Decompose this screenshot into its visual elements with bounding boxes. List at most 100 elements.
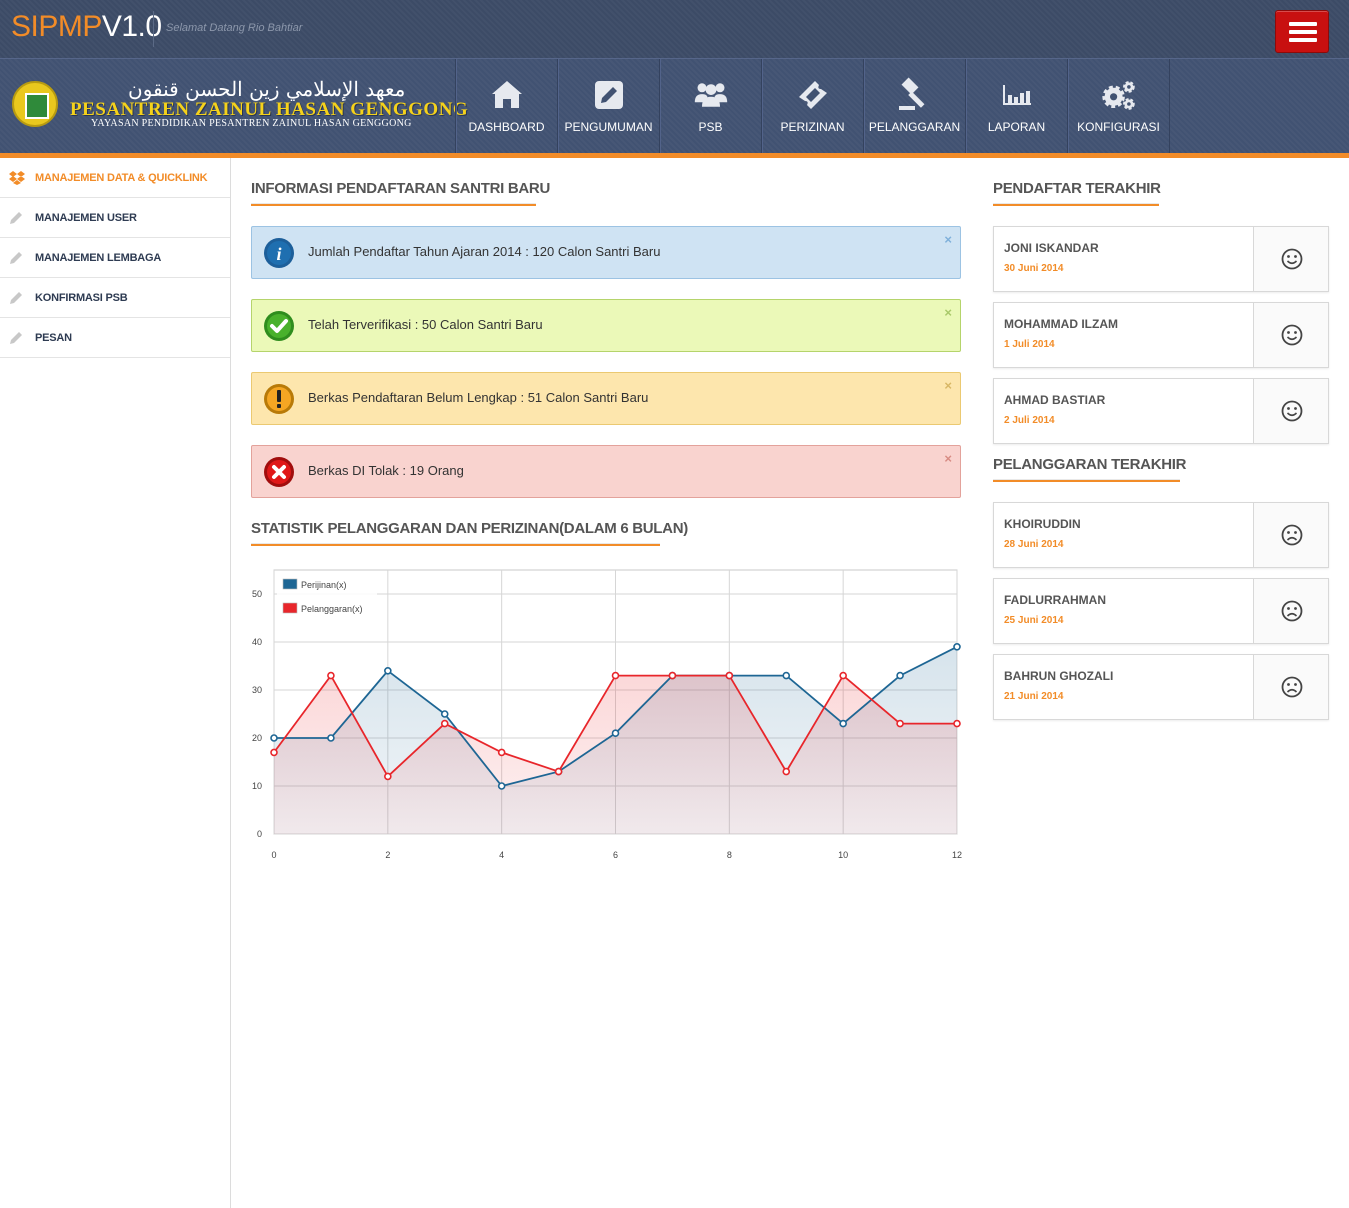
registrant-name: MOHAMMAD ILZAM [1004,317,1118,331]
card-icon-box [1253,379,1328,443]
alert-info: i Jumlah Pendaftar Tahun Ajaran 2014 : 1… [251,226,961,279]
exclamation-icon [264,384,294,414]
nav-item-psb[interactable]: PSB [660,59,762,153]
registrant-date: 2 Juli 2014 [1004,415,1055,426]
close-icon[interactable]: × [944,451,952,466]
violation-card[interactable]: FADLURRAHMAN 25 Juni 2014 [993,578,1329,644]
x-icon [264,457,294,487]
registrant-card[interactable]: JONI ISKANDAR 30 Juni 2014 [993,226,1329,292]
data-point [839,719,847,728]
gears-icon [1101,81,1135,110]
sidebar-item-manajemen-data[interactable]: MANAJEMEN DATA & QUICKLINK [0,158,230,198]
registrant-date: 1 Juli 2014 [1004,339,1055,350]
y-tick-label: 40 [252,637,262,647]
close-icon[interactable]: × [944,305,952,320]
data-point [497,782,506,790]
alert-success: Telah Terverifikasi : 50 Calon Santri Ba… [251,299,961,352]
data-point [440,710,449,718]
nav-menu: DASHBOARD PENGUMUMAN PSB PERIZINAN PELAN… [455,59,1170,153]
data-point [611,729,620,737]
alert-text: Telah Terverifikasi : 50 Calon Santri Ba… [308,317,543,332]
registrant-card[interactable]: MOHAMMAD ILZAM 1 Juli 2014 [993,302,1329,368]
violation-card[interactable]: BAHRUN GHOZALI 21 Juni 2014 [993,654,1329,720]
recent-violations-title: PELANGGARAN TERAKHIR [993,456,1187,473]
y-tick-label: 50 [252,589,262,599]
data-point [611,671,620,680]
sidebar-item-konfirmasi-psb[interactable]: KONFIRMASI PSB [0,278,230,318]
top-bar: SIPMPV1.0 Selamat Datang Rio Bahtiar [0,0,1349,58]
sidebar-item-label: MANAJEMEN USER [35,212,137,224]
app-brand[interactable]: SIPMPV1.0 [11,10,162,44]
x-tick-label: 8 [727,850,732,860]
alert-error: Berkas DI Tolak : 19 Orang × [251,445,961,498]
violator-name: BAHRUN GHOZALI [1004,669,1114,683]
data-point [839,671,847,680]
recent-registrants-title: PENDAFTAR TERAKHIR [993,180,1161,197]
nav-item-pelanggaran[interactable]: PELANGGARAN [864,59,966,153]
sidebar-item-pesan[interactable]: PESAN [0,318,230,358]
legend-label: Pelanggaran(x) [301,604,363,614]
nav-item-perizinan[interactable]: PERIZINAN [762,59,864,153]
card-icon-box [1253,655,1328,719]
frown-icon [1281,524,1303,546]
close-icon[interactable]: × [944,378,952,393]
sidebar-item-manajemen-user[interactable]: MANAJEMEN USER [0,198,230,238]
nav-label: DASHBOARD [468,120,545,134]
x-tick-label: 12 [952,850,962,860]
legend-swatch [282,578,298,590]
violation-date: 28 Juni 2014 [1004,539,1064,550]
menu-toggle-button[interactable] [1275,10,1329,53]
data-point [497,748,506,757]
card-icon-box [1253,227,1328,291]
data-point [725,671,734,680]
nav-item-konfigurasi[interactable]: KONFIGURASI [1068,59,1170,153]
sidebar-item-manajemen-lembaga[interactable]: MANAJEMEN LEMBAGA [0,238,230,278]
svg-text:i: i [276,244,281,264]
violation-date: 25 Juni 2014 [1004,615,1064,626]
card-icon-box [1253,303,1328,367]
y-tick-label: 0 [257,829,262,839]
alert-warning: Berkas Pendaftaran Belum Lengkap : 51 Ca… [251,372,961,425]
sidebar-item-label: MANAJEMEN DATA & QUICKLINK [35,172,208,184]
smile-icon [1281,248,1303,270]
x-tick-label: 4 [499,850,504,860]
data-point [270,748,278,757]
chart-legend: Perijinan(x) Pelanggaran(x) [277,573,377,619]
registrant-name: AHMAD BASTIAR [1004,393,1106,407]
sidebar-item-label: PESAN [35,332,72,344]
nav-item-pengumuman[interactable]: PENGUMUMAN [558,59,660,153]
alert-text: Berkas Pendaftaran Belum Lengkap : 51 Ca… [308,390,649,405]
nav-item-dashboard[interactable]: DASHBOARD [456,59,558,153]
close-icon[interactable]: × [944,232,952,247]
data-point [327,671,335,680]
stats-section-title: STATISTIK PELANGGARAN DAN PERIZINAN(DALA… [251,520,688,537]
dropbox-icon [9,171,25,185]
logo-subtitle: YAYASAN PENDIDIKAN PESANTREN ZAINUL HASA… [91,118,412,129]
data-point [782,767,791,776]
y-tick-label: 20 [252,733,262,743]
data-point [896,671,904,680]
violator-name: KHOIRUDDIN [1004,517,1081,531]
section-underline [993,479,1180,482]
hamburger-icon-bar [1289,30,1317,34]
x-tick-label: 0 [271,850,276,860]
x-tick-label: 6 [613,850,618,860]
data-point [384,772,392,781]
nav-item-laporan[interactable]: LAPORAN [966,59,1068,153]
violation-card[interactable]: KHOIRUDDIN 28 Juni 2014 [993,502,1329,568]
registrant-card[interactable]: AHMAD BASTIAR 2 Juli 2014 [993,378,1329,444]
card-icon-box [1253,579,1328,643]
x-tick-label: 2 [385,850,390,860]
violator-name: FADLURRAHMAN [1004,593,1106,607]
nav-label: PSB [698,120,723,134]
bar-chart-icon [1002,85,1031,105]
alert-text: Jumlah Pendaftar Tahun Ajaran 2014 : 120… [308,244,661,259]
y-tick-label: 30 [252,685,262,695]
legend-label: Perijinan(x) [301,580,347,590]
smile-icon [1281,400,1303,422]
edit-icon [594,81,623,109]
data-point [270,734,278,742]
hamburger-icon [1289,22,1317,26]
smile-icon [1281,324,1303,346]
sidebar-item-label: KONFIRMASI PSB [35,292,128,304]
